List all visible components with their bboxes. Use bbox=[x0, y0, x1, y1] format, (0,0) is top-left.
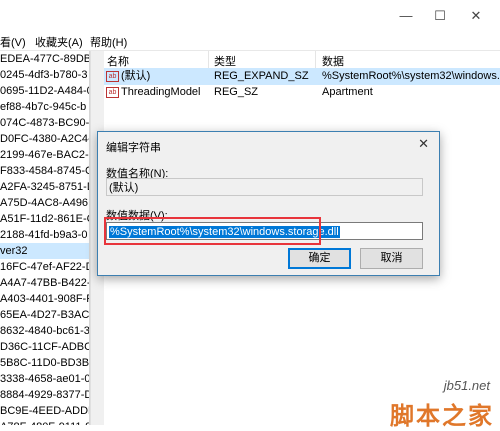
watermark-url: jb51.net bbox=[443, 378, 490, 393]
highlight-annotation-box bbox=[104, 217, 321, 245]
dialog-close-button[interactable]: ✕ bbox=[418, 136, 429, 152]
column-separator[interactable] bbox=[208, 51, 209, 69]
tree-item[interactable]: 2188-41fd-b9a3-0 bbox=[0, 227, 89, 243]
tree-item[interactable]: EDEA-477C-89DB- bbox=[0, 51, 89, 67]
tree-item[interactable]: 65EA-4D27-B3AC-8 bbox=[0, 307, 89, 323]
tree-item[interactable]: A4A7-47BB-B422- bbox=[0, 275, 89, 291]
value-name: (默认) bbox=[121, 70, 151, 82]
tree-item[interactable]: 2199-467e-BAC2- bbox=[0, 147, 89, 163]
value-name-field[interactable]: (默认) bbox=[106, 178, 423, 196]
column-header-type[interactable]: 类型 bbox=[214, 53, 236, 69]
tree-item[interactable]: ef88-4b7c-945c-b bbox=[0, 99, 89, 115]
tree-item[interactable]: BC9E-4EED-ADDD bbox=[0, 403, 89, 419]
ok-button[interactable]: 确定 bbox=[288, 248, 351, 269]
tree-item[interactable]: 074C-4873-BC90- bbox=[0, 115, 89, 131]
tree-item[interactable]: 0695-11D2-A484-0 bbox=[0, 83, 89, 99]
dialog-title: 编辑字符串 bbox=[106, 142, 161, 154]
tree-item[interactable]: 5B8C-11D0-BD3B- bbox=[0, 355, 89, 371]
menu-help[interactable]: 帮助(H) bbox=[90, 34, 127, 50]
edit-string-dialog: 编辑字符串 ✕ 数值名称(N): (默认) 数值数据(V): %SystemRo… bbox=[97, 131, 440, 276]
tree-item[interactable]: F833-4584-8745-C bbox=[0, 163, 89, 179]
value-data: %SystemRoot%\system32\windows.storage.dl… bbox=[322, 70, 500, 82]
column-separator[interactable] bbox=[315, 51, 316, 69]
menu-bar: 看(V) 收藏夹(A) 帮助(H) bbox=[0, 30, 500, 51]
tree-item[interactable]: 8884-4929-8377-D bbox=[0, 387, 89, 403]
menu-view[interactable]: 看(V) bbox=[0, 34, 26, 50]
column-header-data[interactable]: 数据 bbox=[322, 53, 344, 69]
menu-favorites[interactable]: 收藏夹(A) bbox=[35, 34, 83, 50]
value-row-default[interactable]: ab (默认) REG_EXPAND_SZ %SystemRoot%\system… bbox=[104, 68, 500, 85]
close-window-button[interactable]: ✕ bbox=[466, 8, 486, 24]
string-value-icon: ab bbox=[106, 70, 119, 82]
maximize-button[interactable]: ☐ bbox=[430, 8, 450, 24]
tree-item[interactable]: A51F-11d2-861E-C bbox=[0, 211, 89, 227]
window-titlebar: — ☐ ✕ bbox=[0, 0, 500, 30]
tree-item[interactable]: D0FC-4380-A2C4- bbox=[0, 131, 89, 147]
minimize-button[interactable]: — bbox=[396, 8, 416, 23]
tree-item[interactable]: 3338-4658-ae01-0 bbox=[0, 371, 89, 387]
cancel-button[interactable]: 取消 bbox=[360, 248, 423, 269]
tree-item[interactable]: 0245-4df3-b780-3 bbox=[0, 67, 89, 83]
value-type: REG_EXPAND_SZ bbox=[214, 70, 309, 82]
tree-item[interactable]: A403-4401-908F-F bbox=[0, 291, 89, 307]
tree-item[interactable]: A75D-4AC8-A496 bbox=[0, 195, 89, 211]
tree-item[interactable]: ver32 bbox=[0, 243, 89, 259]
value-type: REG_SZ bbox=[214, 86, 259, 98]
value-name: ThreadingModel bbox=[121, 86, 201, 98]
watermark-logo-text: 脚本之家 bbox=[390, 402, 494, 430]
tree-item[interactable]: 16FC-47ef-AF22-D bbox=[0, 259, 89, 275]
registry-key-tree: EDEA-477C-89DB- 0245-4df3-b780-3 0695-11D2… bbox=[0, 51, 89, 425]
value-row-threadingmodel[interactable]: ab ThreadingModel REG_SZ Apartment bbox=[104, 84, 500, 101]
column-header-name[interactable]: 名称 bbox=[107, 53, 129, 69]
tree-item[interactable]: A2FA-3245-8751-D bbox=[0, 179, 89, 195]
tree-item[interactable]: A78F-480F-9111-9 bbox=[0, 419, 89, 425]
tree-item[interactable]: D36C-11CF-ADBC- bbox=[0, 339, 89, 355]
value-data: Apartment bbox=[322, 86, 373, 98]
string-value-icon: ab bbox=[106, 86, 119, 98]
tree-item[interactable]: 8632-4840-bc61-3 bbox=[0, 323, 89, 339]
site-watermark: jb51.net 脚本之家 bbox=[360, 378, 500, 430]
